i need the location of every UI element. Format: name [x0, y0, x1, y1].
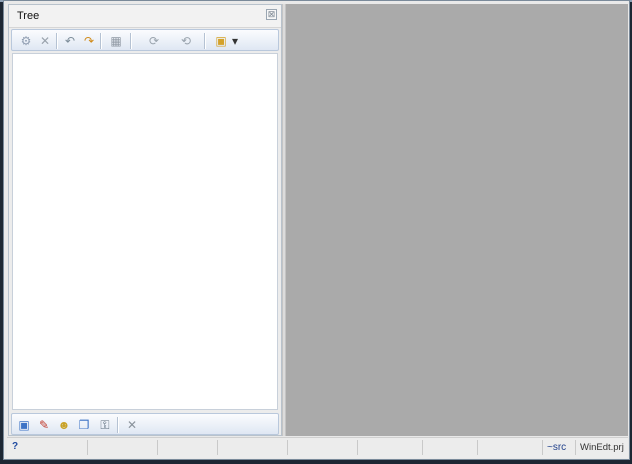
tree-panel-title: Tree [17, 10, 40, 22]
key-icon[interactable]: ⚿ [97, 417, 113, 433]
print-icon[interactable]: ▦ [108, 33, 124, 49]
tree-bottom-toolbar: ▣ ✎ ☻ ❐ ⚿ ✕ [11, 413, 279, 435]
toolbar-separator [204, 33, 206, 49]
wand-icon[interactable]: ✎ [36, 417, 52, 433]
tree-panel: Tree ⊠ ⚙ ✕ ↶ ↷ ▦ ⟳ ⟲ ▣ ▾ ▣ ✎ ☻ ❐ ⚿ ✕ [8, 4, 282, 436]
document-workspace[interactable] [286, 4, 628, 436]
users-icon[interactable]: ☻ [56, 417, 72, 433]
status-cell [477, 440, 542, 455]
tree-view[interactable] [12, 53, 278, 410]
application-window: Tree ⊠ ⚙ ✕ ↶ ↷ ▦ ⟳ ⟲ ▣ ▾ ▣ ✎ ☻ ❐ ⚿ ✕ ? ~… [3, 0, 630, 460]
tree-panel-close-icon[interactable]: ⊠ [266, 9, 277, 20]
toolbar-separator [56, 33, 58, 49]
undo-icon[interactable]: ↶ [62, 33, 78, 49]
help-icon[interactable]: ? [12, 441, 18, 452]
status-src: ~src [542, 440, 575, 455]
redo-icon[interactable]: ↷ [81, 33, 97, 49]
sync-icon[interactable]: ⟲ [178, 33, 194, 49]
refresh-icon[interactable]: ⟳ [146, 33, 162, 49]
dropdown-arrow-icon[interactable]: ▾ [230, 33, 240, 49]
new-document-icon[interactable]: ▣ [16, 417, 32, 433]
copy-icon[interactable]: ❐ [76, 417, 92, 433]
close-icon[interactable]: ✕ [124, 417, 140, 433]
status-cell [357, 440, 422, 455]
tree-top-toolbar: ⚙ ✕ ↶ ↷ ▦ ⟳ ⟲ ▣ ▾ [11, 29, 279, 51]
toolbar-separator [117, 417, 119, 433]
toolbar-separator [100, 33, 102, 49]
status-cell [87, 440, 157, 455]
tree-panel-header: Tree ⊠ [9, 5, 281, 28]
status-project: WinEdt.prj [575, 440, 628, 455]
status-cell [157, 440, 217, 455]
status-cell [217, 440, 287, 455]
status-cell [287, 440, 357, 455]
status-bar: ? ~src WinEdt.prj [7, 437, 628, 458]
toolbar-separator [130, 33, 132, 49]
sitemap-icon[interactable]: ⚙ [18, 33, 34, 49]
status-cell [422, 440, 477, 455]
delete-icon[interactable]: ✕ [37, 33, 53, 49]
project-icon[interactable]: ▣ [213, 33, 229, 49]
